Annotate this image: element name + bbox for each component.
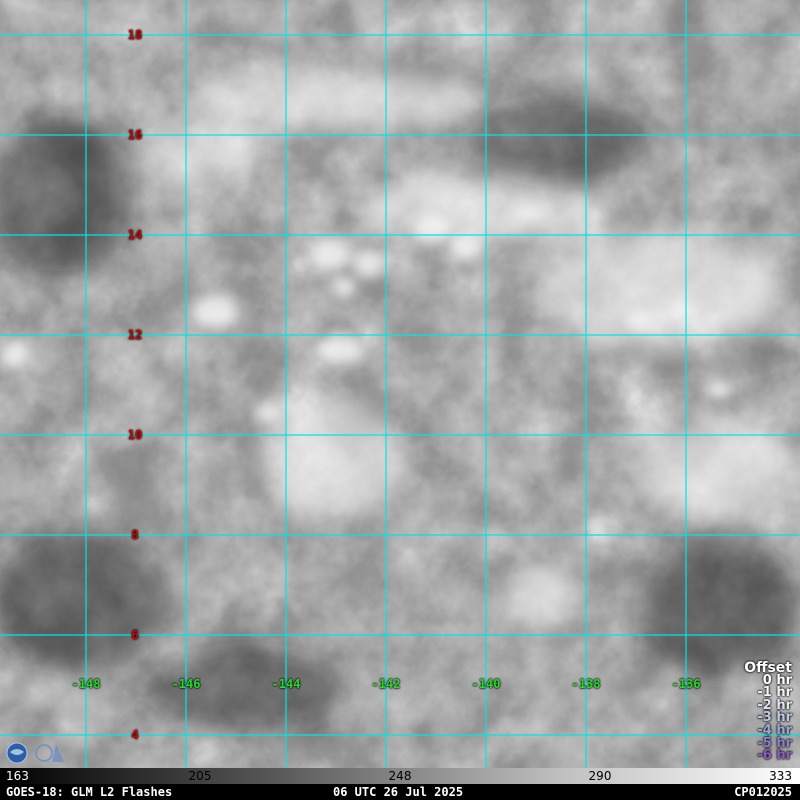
latitude-label: 14	[127, 228, 143, 242]
footer-bar: GOES-18: GLM L2 Flashes 06 UTC 26 Jul 20…	[0, 784, 800, 800]
latitude-label: 12	[127, 328, 143, 342]
longitude-label: -148	[71, 677, 101, 691]
colorbar-tick-label: 290	[588, 769, 612, 783]
colorbar-tick-label: 248	[388, 769, 412, 783]
colorbar-tick-label: 163	[6, 769, 29, 783]
legend-item: -6 hr	[757, 748, 792, 764]
latitude-label: 4	[131, 728, 139, 742]
latitude-label: 6	[131, 628, 139, 642]
colorbar-tick-label: 205	[188, 769, 212, 783]
longitude-label: -136	[671, 677, 701, 691]
longitude-label: -142	[371, 677, 401, 691]
longitude-label: -140	[471, 677, 501, 691]
time-offset-legend: Offset 0 hr -1 hr -2 hr -3 hr -4 hr -5 hr -6 h…	[744, 661, 792, 764]
footer-storm-id: CP012025	[734, 785, 792, 799]
colorbar-tick-label: 333	[769, 769, 792, 783]
satellite-map-view: 18 16 14 12 10 8 6 4 -148 -146 -144 -142 -140 -138 -1…	[0, 0, 800, 800]
agency-logo-icon	[6, 742, 64, 764]
latitude-label: 8	[131, 528, 139, 542]
latitude-label: 16	[127, 128, 143, 142]
latitude-label: 10	[127, 428, 143, 442]
latitude-label: 18	[127, 28, 143, 42]
footer-timestamp: 06 UTC 26 Jul 2025	[333, 785, 464, 799]
footer-product: GOES-18: GLM L2 Flashes	[6, 785, 173, 799]
longitude-label: -138	[571, 677, 601, 691]
lat-lon-grid	[0, 0, 800, 768]
longitude-label: -144	[271, 677, 301, 691]
longitude-label: -146	[171, 677, 201, 691]
